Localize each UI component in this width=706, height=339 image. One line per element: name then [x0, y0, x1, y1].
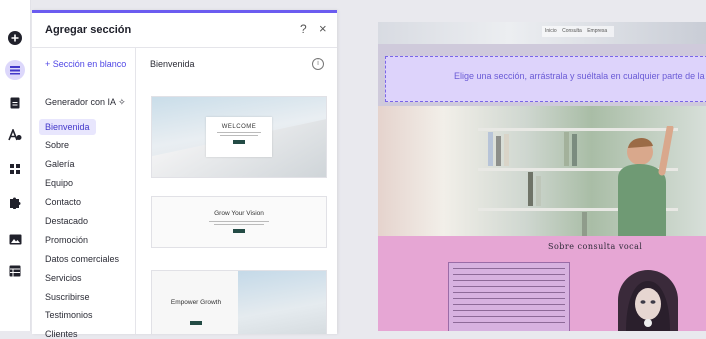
nav-item[interactable]: Empresa — [587, 28, 607, 34]
book — [582, 212, 587, 236]
puzzle-icon[interactable] — [0, 191, 30, 213]
ai-generator-label: Generador con IA — [45, 97, 116, 107]
text-line — [453, 268, 565, 269]
book — [528, 172, 533, 206]
text-line — [453, 322, 565, 323]
template-cta — [233, 229, 245, 233]
text-line — [453, 316, 565, 317]
category-testimonios[interactable]: Testimonios — [45, 310, 93, 320]
about-section[interactable]: Sobre consulta vocal — [378, 236, 706, 331]
nav-item[interactable]: Consulta — [562, 28, 582, 34]
info-icon[interactable]: i — [312, 58, 324, 70]
close-button[interactable]: × — [319, 21, 327, 36]
template-title: Empower Growth — [170, 299, 222, 306]
category-list: + Sección en blanco Generador con IA ✧ B… — [32, 48, 136, 339]
template-empower-growth[interactable]: Empower Growth — [151, 270, 327, 334]
text-line — [453, 304, 565, 305]
text-line — [453, 292, 565, 293]
about-text-box — [448, 262, 570, 331]
sections-icon[interactable] — [0, 59, 30, 81]
text-line — [214, 224, 264, 225]
book — [496, 136, 501, 166]
add-icon[interactable] — [0, 27, 30, 49]
page-icon[interactable] — [0, 92, 30, 114]
drop-hint: Elige una sección, arrástrala y suéltala… — [454, 71, 706, 81]
template-card: WELCOME — [206, 117, 272, 157]
template-grow-your-vision[interactable]: Grow Your Vision — [151, 196, 327, 248]
category-sobre[interactable]: Sobre — [45, 140, 69, 150]
blank-section-button[interactable]: + Sección en blanco — [45, 59, 126, 69]
ai-generator-item[interactable]: Generador con IA ✧ — [45, 97, 126, 108]
text-line — [453, 274, 565, 275]
student-figure — [618, 126, 674, 236]
help-button[interactable]: ? — [300, 22, 307, 36]
template-welcome[interactable]: WELCOME — [151, 96, 327, 178]
text-line — [453, 280, 565, 281]
book — [488, 132, 493, 166]
category-destacado[interactable]: Destacado — [45, 216, 88, 226]
section-templates: Bienvenida i WELCOME Grow Your Vision Em… — [136, 48, 337, 334]
section-heading: Bienvenida — [150, 59, 195, 69]
book — [536, 176, 541, 206]
section-drop-zone[interactable]: Elige una sección, arrástrala y suéltala… — [385, 56, 706, 102]
category-contacto[interactable]: Contacto — [45, 197, 81, 207]
category-suscribirse[interactable]: Suscribirse — [45, 292, 90, 302]
template-title: WELCOME — [221, 124, 257, 130]
text-line — [453, 286, 565, 287]
category-servicios[interactable]: Servicios — [45, 273, 82, 283]
category-equipo[interactable]: Equipo — [45, 178, 73, 188]
about-title: Sobre consulta vocal — [548, 242, 643, 251]
text-line — [453, 298, 565, 299]
left-toolbar — [0, 0, 31, 331]
panel-header: Agregar sección ? × — [32, 13, 337, 48]
text-line — [209, 221, 269, 222]
site-nav: Inicio Consulta Empresa — [542, 26, 615, 37]
text-line — [220, 135, 258, 136]
text-line — [217, 132, 261, 133]
category-bienvenida[interactable]: Bienvenida — [39, 119, 96, 135]
book — [504, 134, 509, 166]
book — [572, 134, 577, 166]
dune-image — [238, 271, 326, 334]
category-promocion[interactable]: Promoción — [45, 235, 88, 245]
apps-grid-icon[interactable] — [0, 158, 30, 180]
sparkle-icon: ✧ — [118, 97, 126, 107]
nav-item[interactable]: Inicio — [545, 28, 557, 34]
text-line — [453, 310, 565, 311]
library-photo — [378, 106, 706, 236]
add-section-panel: Agregar sección ? × + Sección en blanco … — [32, 10, 337, 339]
category-datos-comerciales[interactable]: Datos comerciales — [45, 254, 119, 264]
template-cta — [233, 140, 245, 144]
editor-canvas[interactable]: Inicio Consulta Empresa Elige una secció… — [378, 22, 706, 331]
template-cta — [190, 321, 202, 325]
table-icon[interactable] — [0, 260, 30, 282]
template-title: Grow Your Vision — [214, 210, 264, 217]
portrait-image — [618, 270, 678, 331]
category-galeria[interactable]: Galería — [45, 159, 75, 169]
text-style-icon[interactable] — [0, 124, 30, 146]
media-icon[interactable] — [0, 228, 30, 250]
panel-title: Agregar sección — [45, 24, 132, 36]
book — [564, 132, 569, 166]
